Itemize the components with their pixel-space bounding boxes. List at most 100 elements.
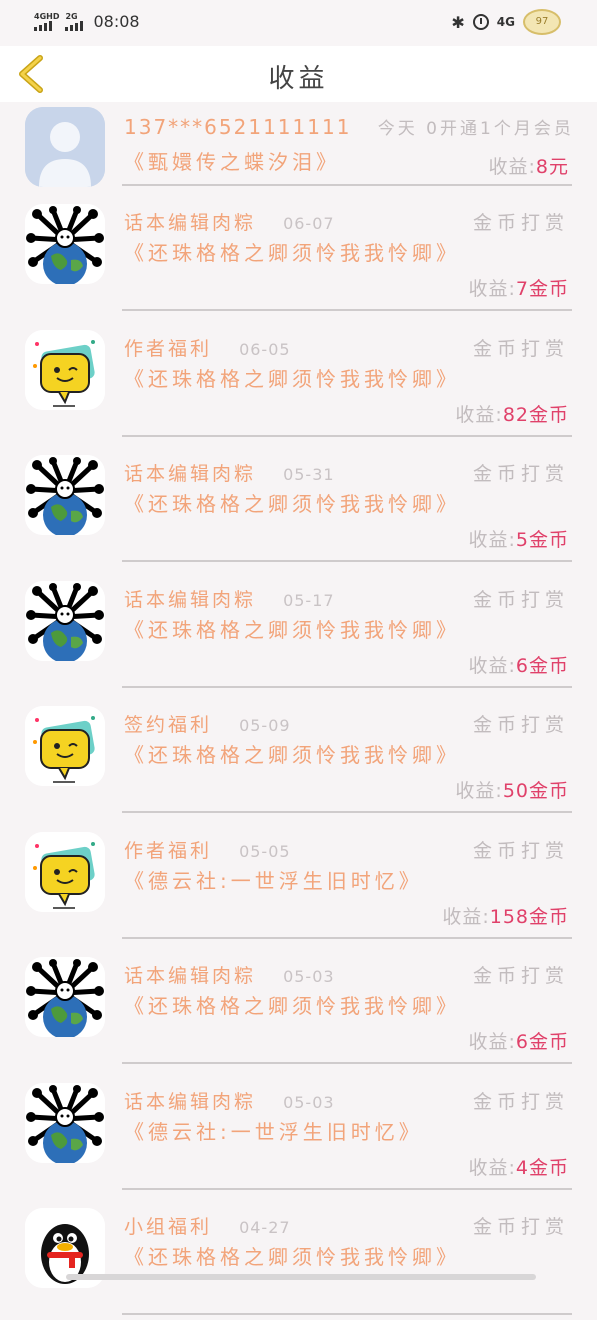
item-header: 小组福利 04-27 bbox=[124, 1212, 291, 1239]
divider bbox=[122, 685, 572, 688]
item-book: 《甄嬛传之蝶汐泪》 bbox=[124, 150, 340, 174]
earn-amount: 82金币 bbox=[502, 403, 569, 426]
signal-label: 2G bbox=[65, 11, 78, 21]
earn-amount: 6金币 bbox=[515, 1031, 569, 1053]
item-earnings: 收益:50金币 bbox=[455, 776, 569, 803]
divider bbox=[122, 811, 572, 813]
earn-label: 收益: bbox=[442, 905, 490, 928]
network-label: 4G bbox=[496, 15, 515, 29]
earth-avatar bbox=[25, 455, 105, 535]
item-info: 今天 0开通1个月会员 bbox=[377, 119, 574, 139]
list-item[interactable]: 签约福利 05-09 金币打赏 《还珠格格之卿须怜我我怜卿》 收益:50金币 bbox=[0, 692, 597, 818]
item-source: 作者福利 bbox=[124, 839, 213, 862]
item-source: 话本编辑肉粽 bbox=[124, 212, 257, 234]
item-earnings: 收益:6金币 bbox=[469, 1027, 570, 1054]
list-item[interactable]: 话本编辑肉粽 05-17 金币打赏 《还珠格格之卿须怜我我怜卿》 收益:6金币 bbox=[0, 567, 597, 693]
earn-amount: 158金币 bbox=[489, 905, 569, 928]
list-item[interactable]: 话本编辑肉粽 05-31 金币打赏 《还珠格格之卿须怜我我怜卿》 收益:5金币 bbox=[0, 441, 597, 567]
item-book: 《德云社:一世浮生旧时忆》 bbox=[124, 868, 423, 893]
default-avatar bbox=[25, 107, 105, 187]
item-earnings: 收益:5金币 bbox=[469, 525, 570, 552]
item-date: 05-03 bbox=[283, 967, 335, 986]
chat-avatar bbox=[25, 329, 105, 410]
earn-amount: 5金币 bbox=[515, 529, 569, 551]
divider bbox=[122, 936, 572, 939]
divider bbox=[122, 184, 572, 186]
earn-amount: 6金币 bbox=[515, 654, 569, 677]
status-bar: 4GHD 2G 08:08 ✱ 4G 97 bbox=[0, 0, 597, 46]
item-earnings: 收益:4金币 bbox=[469, 1153, 570, 1180]
item-source: 作者福利 bbox=[124, 337, 213, 360]
item-date: 06-07 bbox=[283, 214, 335, 233]
list-item[interactable]: 作者福利 05-05 金币打赏 《德云社:一世浮生旧时忆》 收益:158金币 bbox=[0, 818, 597, 944]
item-type: 金币打赏 bbox=[472, 588, 569, 611]
earn-label: 收益: bbox=[468, 1156, 516, 1179]
item-earnings: 收益:8元 bbox=[489, 152, 570, 179]
alarm-icon bbox=[472, 14, 489, 30]
item-source: 话本编辑肉粽 bbox=[124, 965, 257, 987]
earn-label: 收益: bbox=[455, 403, 503, 426]
item-header: 话本编辑肉粽 05-03 bbox=[124, 961, 335, 988]
item-source: 话本编辑肉粽 bbox=[124, 1090, 257, 1113]
signal-label: 4GHD bbox=[34, 11, 60, 21]
item-date: 05-03 bbox=[283, 1092, 335, 1112]
earn-label: 收益: bbox=[468, 654, 516, 677]
earn-label: 收益: bbox=[468, 1031, 516, 1053]
list-item[interactable]: 小组福利 04-27 金币打赏 《还珠格格之卿须怜我我怜卿》 bbox=[0, 1194, 597, 1320]
divider bbox=[122, 434, 572, 437]
earth-avatar bbox=[25, 204, 105, 284]
chat-avatar bbox=[25, 831, 105, 912]
bluetooth-icon: ✱ bbox=[451, 12, 465, 32]
earth-avatar bbox=[25, 580, 105, 661]
list-item[interactable]: 137***6521111111 今天 0开通1个月会员 《甄嬛传之蝶汐泪》 收… bbox=[0, 102, 597, 190]
earn-amount: 50金币 bbox=[502, 780, 569, 802]
item-book: 《还珠格格之卿须怜我我怜卿》 bbox=[124, 241, 460, 265]
earn-label: 收益: bbox=[468, 529, 516, 551]
earn-amount: 7金币 bbox=[515, 278, 569, 300]
status-time: 08:08 bbox=[93, 12, 140, 31]
item-source: 话本编辑肉粽 bbox=[124, 588, 257, 611]
list-item[interactable]: 作者福利 06-05 金币打赏 《还珠格格之卿须怜我我怜卿》 收益:82金币 bbox=[0, 316, 597, 442]
item-source: 小组福利 bbox=[124, 1216, 213, 1238]
app-header: 收益 bbox=[0, 46, 597, 102]
divider bbox=[122, 560, 572, 562]
item-header: 话本编辑肉粽 05-31 bbox=[124, 459, 335, 486]
item-source: 话本编辑肉粽 bbox=[124, 463, 257, 485]
battery-icon: 97 bbox=[523, 9, 561, 35]
item-book: 《还珠格格之卿须怜我我怜卿》 bbox=[124, 994, 460, 1018]
divider bbox=[122, 1187, 572, 1190]
item-date: 05-31 bbox=[283, 465, 335, 484]
item-type: 金币打赏 bbox=[472, 463, 569, 485]
item-book: 《还珠格格之卿须怜我我怜卿》 bbox=[124, 1245, 460, 1269]
divider bbox=[122, 309, 572, 311]
earn-label: 收益: bbox=[488, 156, 536, 178]
item-book: 《还珠格格之卿须怜我我怜卿》 bbox=[124, 366, 460, 391]
item-earnings: 收益:158金币 bbox=[442, 902, 569, 929]
item-phone: 137***6521111111 bbox=[124, 115, 352, 139]
item-date: 05-05 bbox=[239, 841, 291, 861]
item-earnings: 收益:7金币 bbox=[469, 274, 570, 301]
divider bbox=[122, 1313, 572, 1315]
chat-avatar bbox=[25, 706, 105, 786]
list-item[interactable]: 话本编辑肉粽 06-07 金币打赏 《还珠格格之卿须怜我我怜卿》 收益:7金币 bbox=[0, 190, 597, 316]
item-earnings: 收益:82金币 bbox=[455, 400, 569, 427]
item-source: 签约福利 bbox=[124, 714, 213, 736]
item-book: 《还珠格格之卿须怜我我怜卿》 bbox=[124, 492, 460, 516]
item-type: 金币打赏 bbox=[472, 714, 569, 736]
item-header: 话本编辑肉粽 05-17 bbox=[124, 585, 335, 612]
list-item[interactable]: 话本编辑肉粽 05-03 金币打赏 《德云社:一世浮生旧时忆》 收益:4金币 bbox=[0, 1069, 597, 1195]
signal-icon: 2G bbox=[65, 11, 84, 31]
scrollbar[interactable] bbox=[66, 1274, 536, 1280]
item-type: 金币打赏 bbox=[472, 1090, 569, 1113]
item-type: 金币打赏 bbox=[472, 212, 569, 234]
item-header: 话本编辑肉粽 06-07 bbox=[124, 208, 335, 235]
earn-label: 收益: bbox=[455, 780, 503, 802]
earth-avatar bbox=[25, 957, 105, 1037]
item-type: 金币打赏 bbox=[472, 337, 569, 360]
list-item[interactable]: 话本编辑肉粽 05-03 金币打赏 《还珠格格之卿须怜我我怜卿》 收益:6金币 bbox=[0, 943, 597, 1069]
earn-amount: 8元 bbox=[535, 156, 569, 178]
item-book: 《还珠格格之卿须怜我我怜卿》 bbox=[124, 743, 460, 767]
signal-icon: 4GHD bbox=[34, 11, 60, 31]
item-header: 作者福利 06-05 bbox=[124, 334, 291, 361]
item-type: 金币打赏 bbox=[472, 839, 569, 862]
